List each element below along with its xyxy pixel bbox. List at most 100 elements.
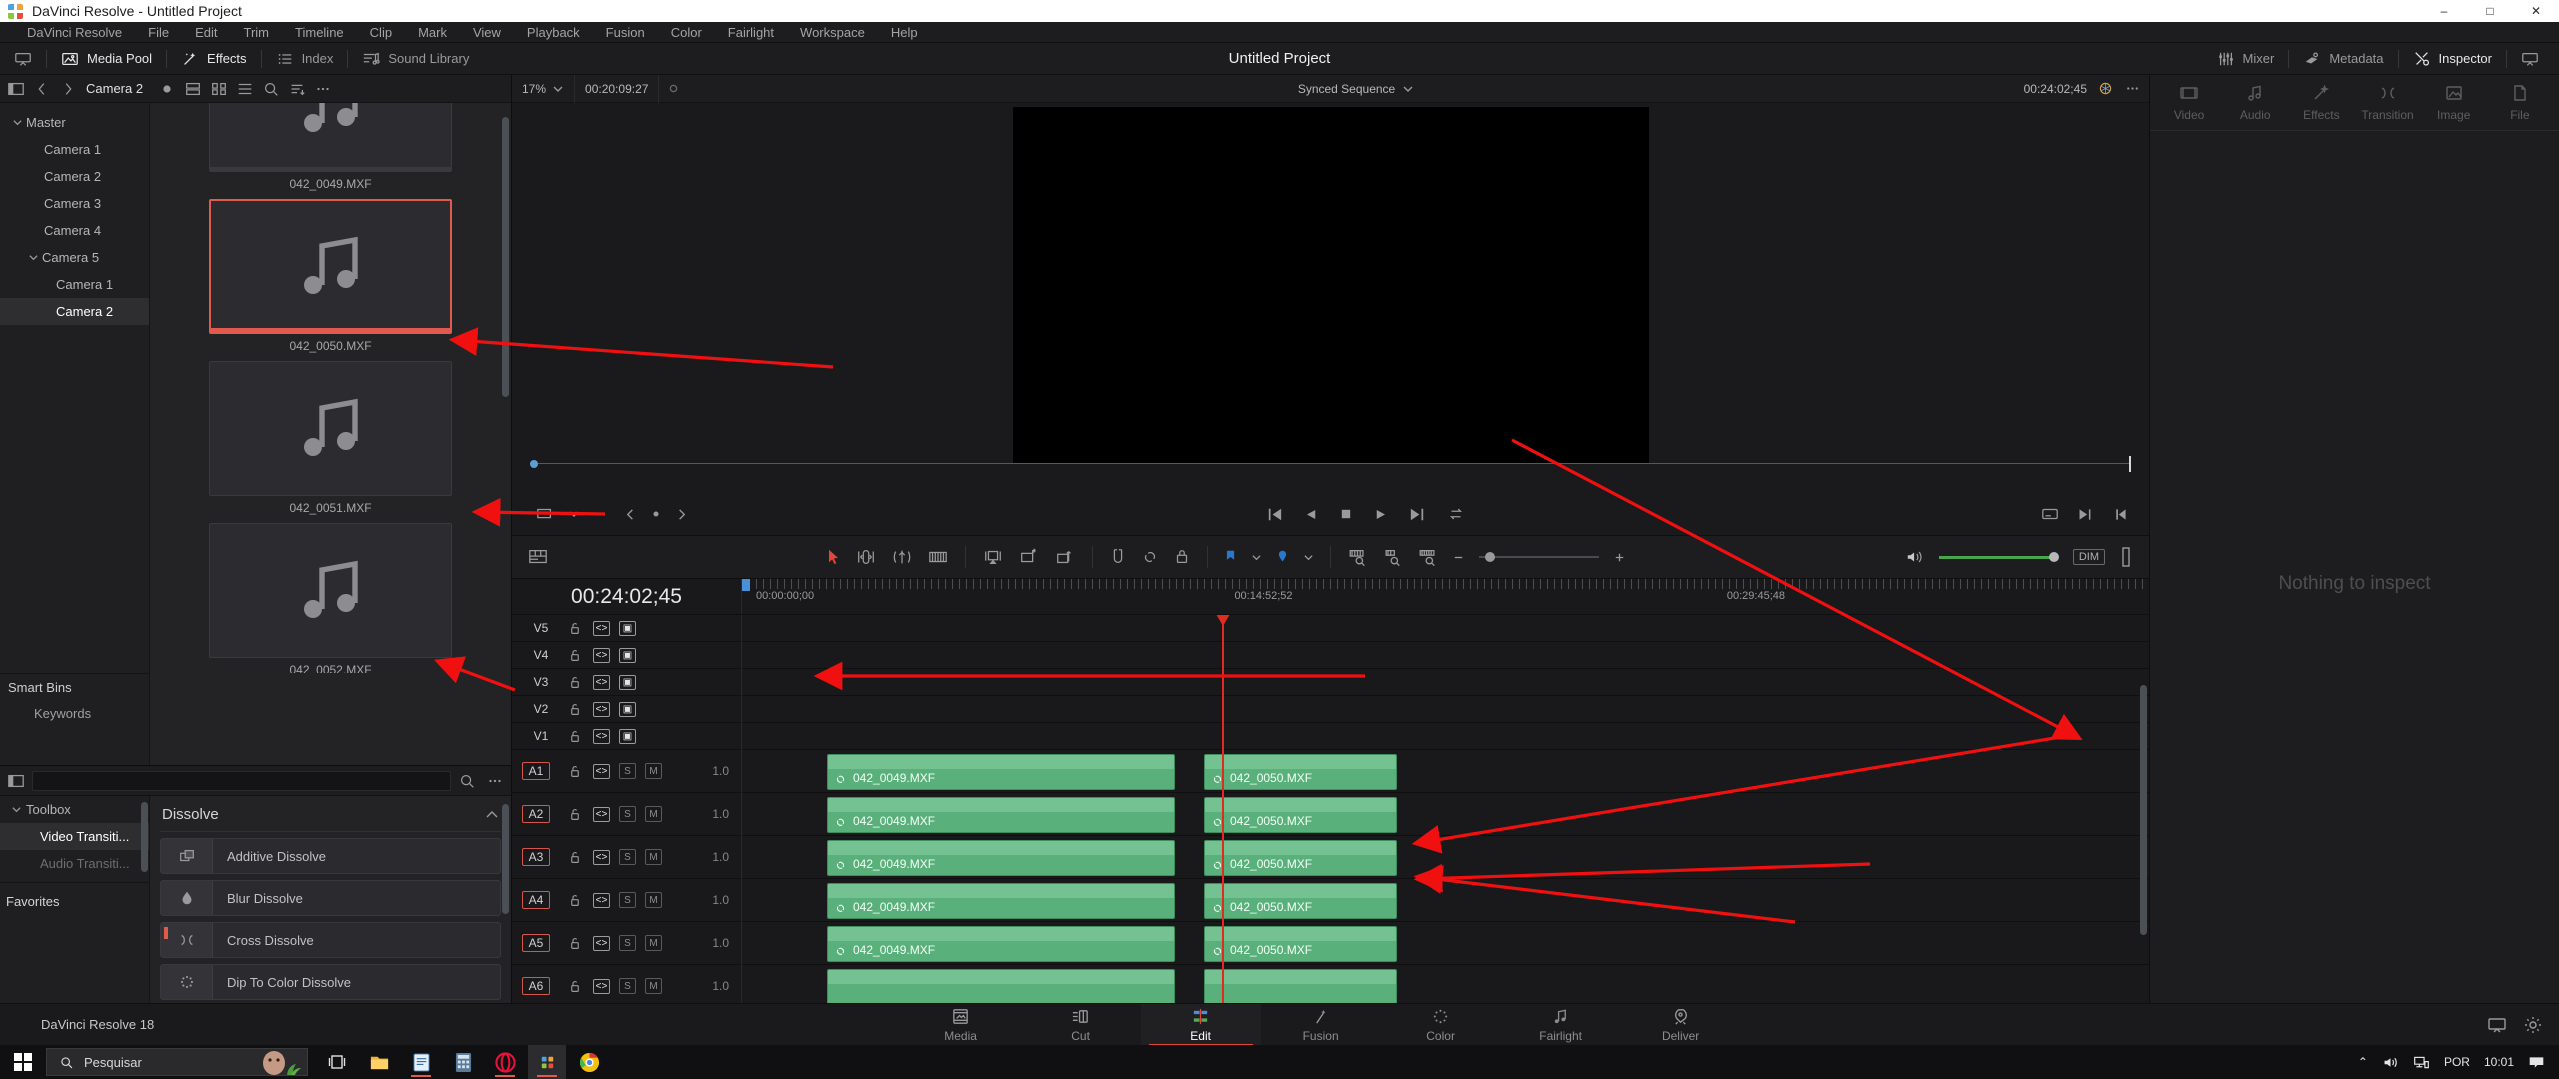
track-lock-button[interactable] bbox=[566, 647, 584, 663]
track-solo-button[interactable]: S bbox=[619, 849, 636, 865]
media-pool-record-button[interactable] bbox=[155, 77, 179, 101]
dim-button[interactable]: DIM bbox=[2072, 549, 2106, 565]
effects-item-video-transitions[interactable]: Video Transiti... bbox=[0, 823, 149, 850]
menu-item-color[interactable]: Color bbox=[658, 22, 715, 43]
chevron-down-icon[interactable] bbox=[1303, 552, 1314, 563]
start-button[interactable] bbox=[0, 1045, 46, 1079]
overwrite-clip-icon[interactable] bbox=[1018, 547, 1040, 567]
track-solo-button[interactable]: S bbox=[619, 892, 636, 908]
media-clip-thumbnail[interactable] bbox=[209, 361, 452, 496]
color-wheel-icon[interactable] bbox=[2097, 80, 2114, 97]
page-button-color[interactable]: Color bbox=[1381, 1004, 1501, 1046]
track-solo-button[interactable]: S bbox=[619, 935, 636, 951]
viewer-source-timecode[interactable]: 00:20:09:27 bbox=[575, 75, 658, 103]
chrome-button[interactable] bbox=[570, 1045, 608, 1079]
timeline-clip[interactable]: 042_0049.MXF bbox=[827, 840, 1175, 876]
track-auto-select-button[interactable]: <> bbox=[593, 728, 610, 744]
timeline-clip[interactable]: 042_0050.MXF bbox=[1204, 926, 1397, 962]
timeline-lane-v4[interactable] bbox=[742, 642, 2149, 669]
snapping-icon[interactable] bbox=[1109, 547, 1127, 567]
timeline-current-timecode[interactable]: 00:24:02;45 bbox=[512, 579, 742, 614]
track-video-enable-button[interactable]: ▣ bbox=[619, 728, 636, 744]
track-auto-select-button[interactable]: <> bbox=[593, 806, 610, 822]
menu-item-playback[interactable]: Playback bbox=[514, 22, 593, 43]
trim-edit-tool-icon[interactable] bbox=[855, 547, 877, 567]
track-lock-button[interactable] bbox=[566, 620, 584, 636]
blade-edit-tool-icon[interactable] bbox=[927, 547, 949, 567]
menu-item-edit[interactable]: Edit bbox=[182, 22, 230, 43]
close-button[interactable]: ✕ bbox=[2513, 0, 2559, 22]
viewer-record-indicator[interactable] bbox=[659, 75, 688, 103]
timeline-selector[interactable]: Synced Sequence bbox=[688, 82, 2023, 96]
chevron-up-icon[interactable] bbox=[485, 808, 499, 822]
effects-list[interactable]: Dissolve Additive Dissolve Blur Dissolve… bbox=[150, 796, 511, 1037]
effects-tree-scrollbar[interactable] bbox=[141, 802, 148, 872]
media-pool-forward-button[interactable] bbox=[56, 77, 80, 101]
chevron-left-icon[interactable] bbox=[624, 508, 637, 521]
timeline-lane-v5[interactable] bbox=[742, 615, 2149, 642]
media-pool-button[interactable]: Media Pool bbox=[47, 43, 166, 75]
effects-group-favorites[interactable]: Favorites bbox=[0, 888, 149, 915]
toolbar-collapse-button[interactable] bbox=[2507, 43, 2553, 75]
settings-gear-icon[interactable] bbox=[2523, 1015, 2543, 1035]
tab-file[interactable]: File bbox=[2489, 83, 2551, 122]
sound-library-button[interactable]: Sound Library bbox=[348, 43, 483, 75]
chevron-down-icon[interactable] bbox=[8, 117, 26, 128]
track-header-v4[interactable]: V4 <> ▣ bbox=[512, 642, 741, 669]
bin-item-camera-5-camera-2[interactable]: Camera 2 bbox=[0, 298, 149, 325]
effects-search-input[interactable] bbox=[32, 770, 451, 791]
viewer-scrubber[interactable] bbox=[530, 456, 2131, 472]
media-pool-search-button[interactable] bbox=[259, 77, 283, 101]
maximize-button[interactable]: □ bbox=[2467, 0, 2513, 22]
bin-item-camera-5-camera-1[interactable]: Camera 1 bbox=[0, 271, 149, 298]
timeline-clip[interactable]: 042_0049.MXF bbox=[827, 969, 1175, 1005]
viewer-fullscreen-icon[interactable] bbox=[2112, 506, 2129, 523]
track-header-v1[interactable]: V1 <> ▣ bbox=[512, 723, 741, 750]
project-manager-icon[interactable] bbox=[2487, 1015, 2507, 1035]
menu-item-davinci-resolve[interactable]: DaVinci Resolve bbox=[14, 22, 135, 43]
media-pool-sidebar-toggle[interactable] bbox=[4, 77, 28, 101]
track-video-enable-button[interactable]: ▣ bbox=[619, 620, 636, 636]
track-solo-button[interactable]: S bbox=[619, 978, 636, 994]
track-solo-button[interactable]: S bbox=[619, 763, 636, 779]
track-header-a5[interactable]: A5 <> S M 1.0 bbox=[512, 922, 741, 965]
bin-item-camera-3[interactable]: Camera 3 bbox=[0, 190, 149, 217]
track-mute-button[interactable]: M bbox=[645, 978, 662, 994]
metadata-button[interactable]: Metadata bbox=[2289, 43, 2397, 75]
file-explorer-button[interactable] bbox=[360, 1045, 398, 1079]
media-pool-list-view-button[interactable] bbox=[181, 77, 205, 101]
timeline-zoom-slider[interactable] bbox=[1479, 550, 1600, 564]
media-clip-thumbnail[interactable] bbox=[209, 199, 452, 334]
menu-item-fairlight[interactable]: Fairlight bbox=[715, 22, 787, 43]
viewer-image[interactable] bbox=[1012, 107, 1649, 463]
media-clip-card[interactable]: 042_0052.MXF bbox=[209, 523, 452, 673]
network-icon[interactable] bbox=[2413, 1054, 2430, 1071]
effects-category-header[interactable]: Dissolve bbox=[160, 802, 501, 832]
track-header-a1[interactable]: A1 <> S M 1.0 bbox=[512, 750, 741, 793]
tab-transition[interactable]: Transition bbox=[2357, 83, 2419, 122]
track-lock-button[interactable] bbox=[566, 701, 584, 717]
audio-volume-slider[interactable] bbox=[1938, 550, 2059, 564]
mixer-button[interactable]: Mixer bbox=[2203, 43, 2289, 75]
keyframe-dot-icon[interactable] bbox=[651, 509, 661, 519]
zoom-to-fit-icon[interactable] bbox=[1347, 547, 1368, 567]
track-auto-select-button[interactable]: <> bbox=[593, 701, 610, 717]
track-gain-value[interactable]: 1.0 bbox=[712, 979, 741, 993]
track-gain-value[interactable]: 1.0 bbox=[712, 764, 741, 778]
page-button-cut[interactable]: Cut bbox=[1021, 1004, 1141, 1046]
flag-icon[interactable] bbox=[1224, 548, 1237, 566]
davinci-resolve-button[interactable] bbox=[528, 1045, 566, 1079]
effects-item-audio-transitions[interactable]: Audio Transiti... bbox=[0, 850, 149, 877]
bin-item-camera-4[interactable]: Camera 4 bbox=[0, 217, 149, 244]
track-mute-button[interactable]: M bbox=[645, 763, 662, 779]
timeline-clip[interactable]: 042_0050.MXF bbox=[1204, 840, 1397, 876]
project-manager-button[interactable] bbox=[0, 43, 46, 75]
chevron-down-icon[interactable] bbox=[1251, 552, 1262, 563]
calculator-button[interactable] bbox=[444, 1045, 482, 1079]
volume-icon[interactable] bbox=[2382, 1054, 2399, 1071]
track-auto-select-button[interactable]: <> bbox=[593, 978, 610, 994]
track-mute-button[interactable]: M bbox=[645, 806, 662, 822]
effects-button[interactable]: Effects bbox=[167, 43, 261, 75]
play-reverse-icon[interactable] bbox=[1304, 507, 1319, 522]
index-button[interactable]: Index bbox=[262, 43, 348, 75]
